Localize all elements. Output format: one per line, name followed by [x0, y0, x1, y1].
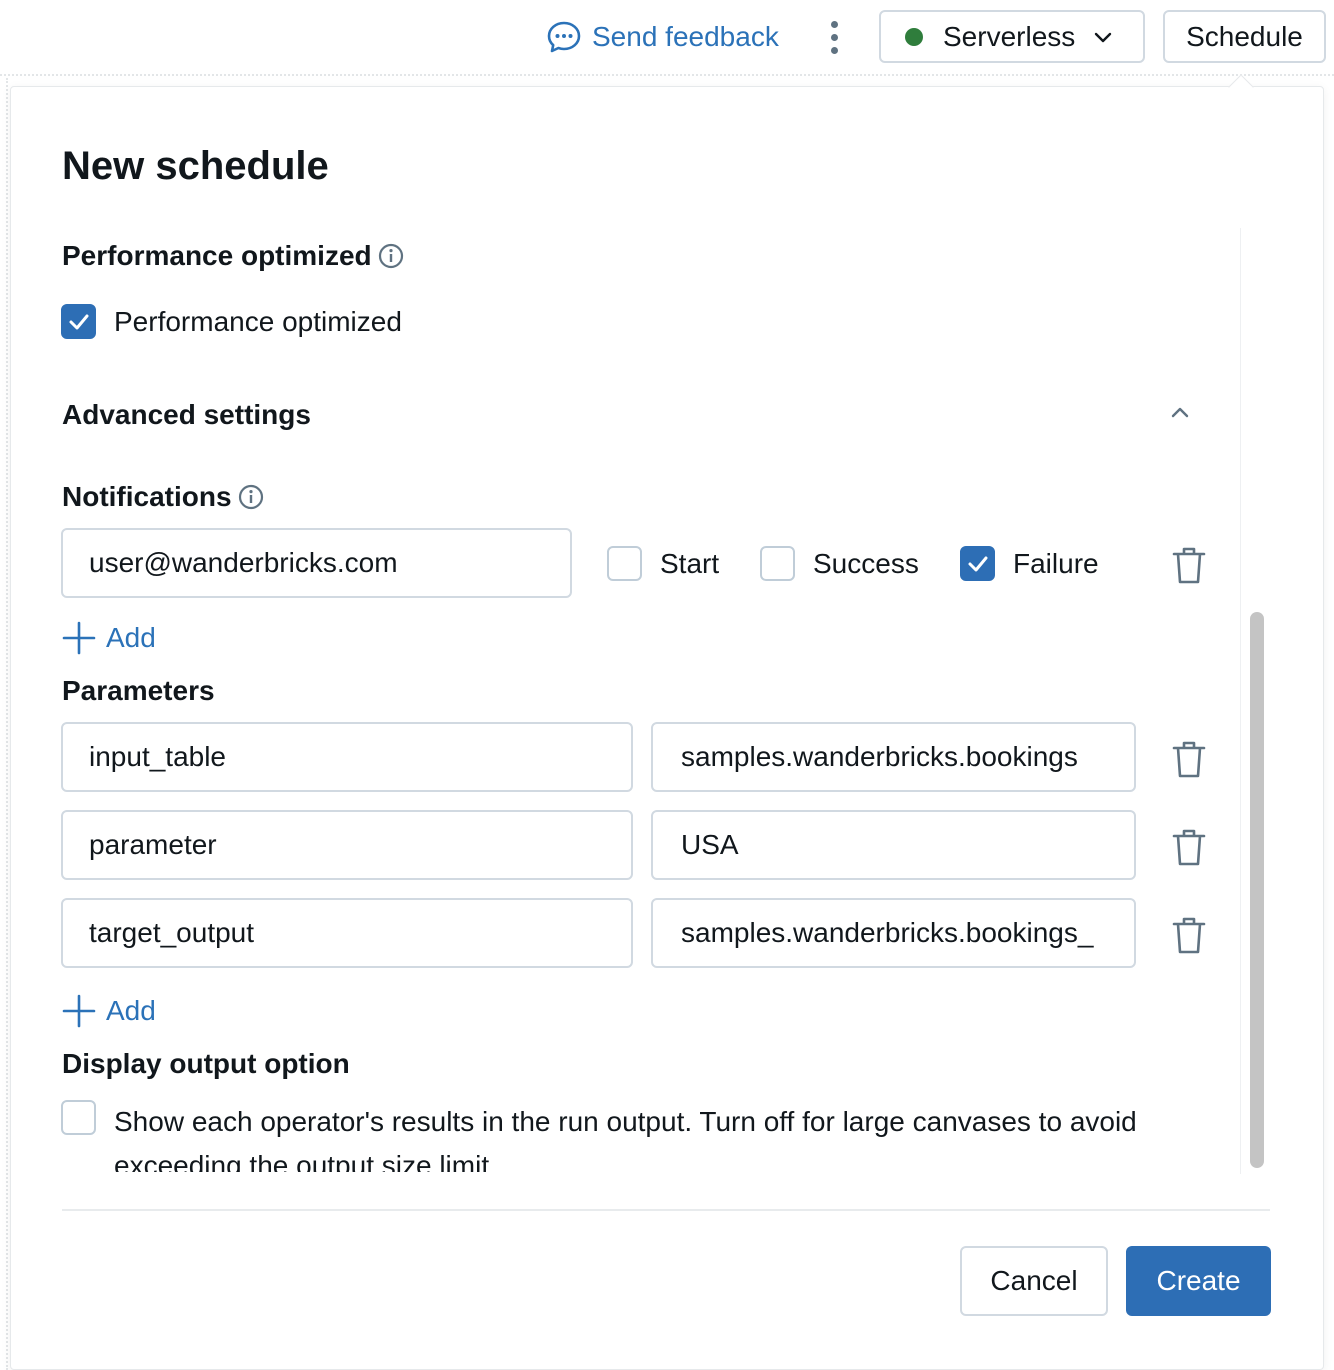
trash-icon[interactable] [1171, 545, 1207, 585]
notify-success-checkbox[interactable] [760, 546, 795, 581]
add-notification-label: Add [106, 622, 156, 653]
advanced-settings-heading[interactable]: Advanced settings [62, 399, 311, 431]
notify-success-label: Success [813, 548, 919, 579]
notify-start-checkbox[interactable] [607, 546, 642, 581]
performance-optimized-checkbox[interactable] [61, 304, 96, 339]
trash-icon[interactable] [1171, 915, 1207, 955]
parameter-value-input[interactable]: samples.wanderbricks.bookings_ [651, 898, 1136, 968]
dialog-title: New schedule [62, 144, 329, 188]
chevron-up-icon[interactable] [1168, 402, 1192, 422]
compute-selector[interactable]: Serverless [879, 10, 1145, 63]
schedule-button[interactable]: Schedule [1163, 10, 1326, 63]
chat-feedback-icon [547, 21, 581, 53]
performance-heading: Performance optimized [62, 240, 404, 272]
trash-icon[interactable] [1171, 739, 1207, 779]
display-output-checkbox[interactable] [61, 1100, 96, 1135]
parameter-value-input[interactable]: USA [651, 810, 1136, 880]
plus-icon [62, 621, 96, 655]
top-bar: Send feedback Serverless Schedule [0, 0, 1334, 76]
send-feedback-link[interactable]: Send feedback [546, 18, 779, 56]
chevron-down-icon [1095, 32, 1112, 42]
notify-failure-checkbox[interactable] [960, 546, 995, 581]
performance-optimized-label: Performance optimized [114, 306, 402, 337]
add-notification-button[interactable]: Add [62, 621, 156, 655]
notify-failure-label: Failure [1013, 548, 1099, 579]
notify-start-label: Start [660, 548, 720, 579]
display-output-heading: Display output option [62, 1048, 350, 1079]
compute-label: Serverless [943, 20, 1076, 52]
kebab-menu-icon[interactable] [820, 18, 848, 56]
plus-icon [62, 994, 96, 1028]
compute-status-dot [905, 27, 923, 46]
scrollbar-thumb[interactable] [1250, 612, 1264, 1168]
parameters-heading: Parameters [62, 675, 215, 706]
trash-icon[interactable] [1171, 827, 1207, 867]
check-icon [69, 314, 89, 330]
notifications-heading: Notifications [62, 481, 264, 513]
notification-email-input[interactable]: user@wanderbricks.com [61, 528, 572, 598]
info-icon[interactable] [238, 484, 264, 510]
performance-heading-text: Performance optimized [62, 240, 372, 271]
footer-divider [62, 1209, 1270, 1211]
parameter-key-input[interactable]: input_table [61, 722, 633, 792]
check-icon [968, 556, 988, 572]
add-parameter-label: Add [106, 995, 156, 1026]
create-button[interactable]: Create [1126, 1246, 1271, 1316]
parameter-key-input[interactable]: parameter [61, 810, 633, 880]
send-feedback-label: Send feedback [592, 21, 779, 52]
display-output-label: Show each operator's results in the run … [114, 1106, 1137, 1172]
info-icon[interactable] [378, 243, 404, 269]
add-parameter-button[interactable]: Add [62, 994, 156, 1028]
parameter-key-input[interactable]: target_output [61, 898, 633, 968]
cancel-button[interactable]: Cancel [960, 1246, 1108, 1316]
notifications-heading-text: Notifications [62, 481, 232, 512]
parameter-value-input[interactable]: samples.wanderbricks.bookings [651, 722, 1136, 792]
